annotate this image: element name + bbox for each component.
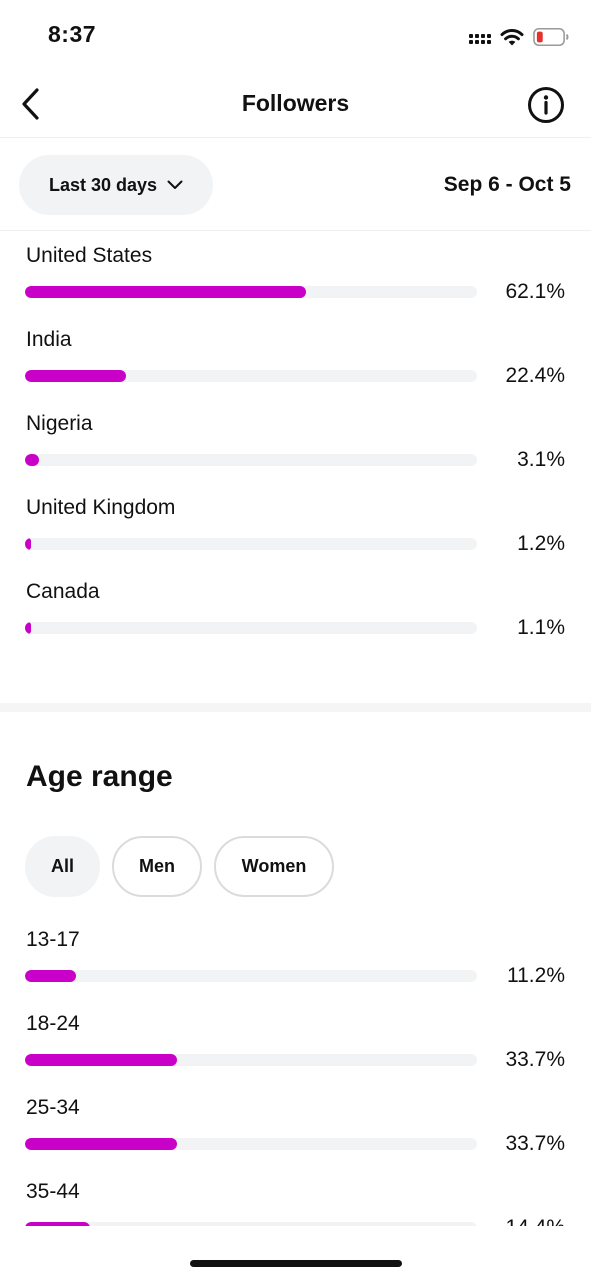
bar-track [25, 538, 477, 550]
age-label: 18-24 [26, 1012, 80, 1035]
location-percent: 22.4% [505, 364, 565, 387]
age-range-title: Age range [26, 760, 173, 793]
filter-row: Last 30 days Sep 6 - Oct 5 [0, 138, 591, 231]
bar-fill [25, 970, 76, 982]
location-label: Canada [26, 580, 100, 603]
age-row: 35-44 14.4% [0, 1180, 591, 1226]
age-label: 25-34 [26, 1096, 80, 1119]
age-row: 18-24 33.7% [0, 1012, 591, 1096]
page-title: Followers [241, 90, 350, 116]
age-row: 25-34 33.7% [0, 1096, 591, 1180]
bar-track [25, 970, 477, 982]
bar-track [25, 454, 477, 466]
home-indicator [190, 1260, 402, 1267]
status-bar: 8:37 [0, 0, 591, 70]
bar-track [25, 370, 477, 382]
location-row: Nigeria 3.1% [0, 412, 591, 496]
location-percent: 3.1% [517, 448, 565, 471]
wifi-icon [500, 28, 524, 46]
bar-fill [25, 622, 31, 634]
age-label: 35-44 [26, 1180, 80, 1203]
bar-fill [25, 538, 31, 550]
age-range-list[interactable]: 13-17 11.2% 18-24 33.7% 25-34 33.7% 35-4… [0, 920, 591, 1226]
location-percent: 1.1% [517, 616, 565, 639]
bar-fill [25, 1054, 177, 1066]
status-icons [469, 24, 569, 50]
location-percent: 1.2% [517, 532, 565, 555]
bar-fill [25, 370, 126, 382]
bar-track [25, 622, 477, 634]
location-row: India 22.4% [0, 328, 591, 412]
age-percent: 33.7% [505, 1132, 565, 1155]
chevron-down-icon [167, 180, 183, 189]
age-row: 13-17 11.2% [0, 928, 591, 1012]
filter-men-button[interactable]: Men [112, 836, 202, 897]
bar-track [25, 1222, 477, 1226]
age-percent: 33.7% [505, 1048, 565, 1071]
filter-women-button[interactable]: Women [214, 836, 334, 897]
bar-fill [25, 1138, 177, 1150]
bar-fill [25, 454, 39, 466]
age-percent: 14.4% [505, 1216, 565, 1226]
location-row: United States 62.1% [0, 244, 591, 328]
bar-track [25, 286, 477, 298]
info-button[interactable] [521, 82, 571, 128]
section-divider [0, 703, 591, 712]
date-range-text: Sep 6 - Oct 5 [443, 173, 571, 196]
signal-icon [469, 34, 491, 44]
location-label: United States [26, 244, 153, 267]
age-percent: 11.2% [507, 964, 565, 987]
location-percent: 62.1% [505, 280, 565, 303]
location-label: United Kingdom [26, 496, 176, 519]
battery-low-icon [533, 27, 569, 47]
bar-fill [25, 1222, 90, 1226]
location-row: Canada 1.1% [0, 580, 591, 664]
date-range-dropdown[interactable]: Last 30 days [19, 155, 213, 215]
bar-fill [25, 286, 306, 298]
date-range-dropdown-label: Last 30 days [48, 174, 158, 195]
age-label: 13-17 [26, 928, 80, 951]
location-label: Nigeria [26, 412, 93, 435]
gender-filter: All Men Women [25, 836, 334, 897]
bar-track [25, 1054, 477, 1066]
info-circle-icon [528, 87, 564, 123]
location-label: India [26, 328, 72, 351]
location-row: United Kingdom 1.2% [0, 496, 591, 580]
bar-track [25, 1138, 477, 1150]
status-time: 8:37 [48, 21, 97, 47]
filter-all-button[interactable]: All [25, 836, 100, 897]
nav-header: Followers [0, 70, 591, 138]
